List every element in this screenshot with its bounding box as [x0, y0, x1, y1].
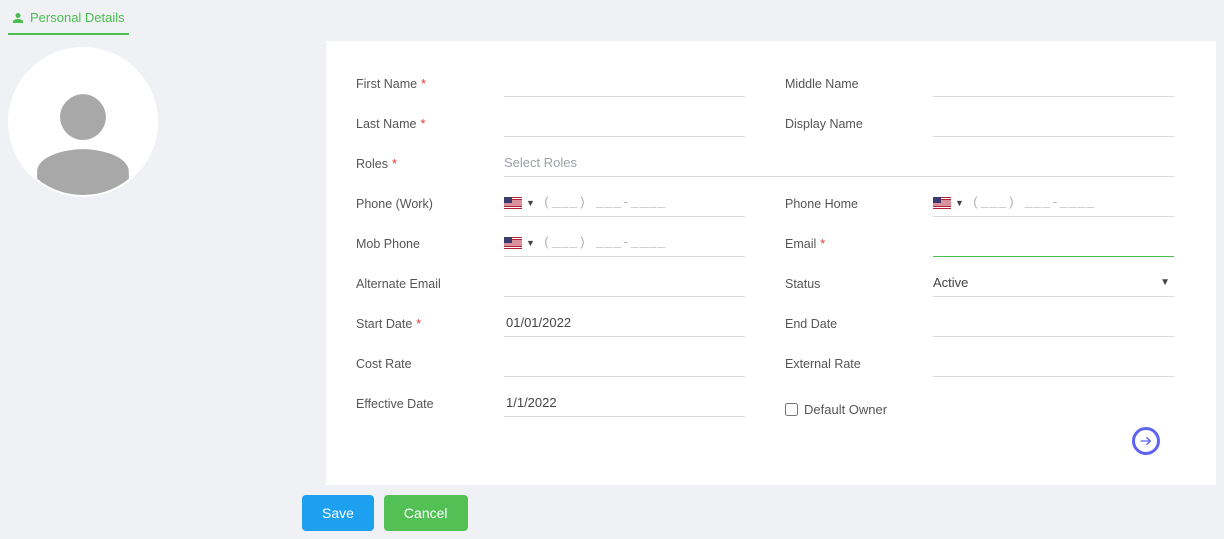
- default-owner-label: Default Owner: [804, 402, 887, 417]
- middle-name-input[interactable]: [933, 69, 1174, 97]
- chevron-down-icon[interactable]: ▼: [526, 238, 535, 248]
- person-solid-icon: [12, 12, 24, 24]
- display-name-input[interactable]: [933, 109, 1174, 137]
- external-rate-input[interactable]: [933, 349, 1174, 377]
- phone-work-mask: (___) ___-____: [543, 195, 666, 210]
- middle-name-label: Middle Name: [785, 77, 933, 97]
- phone-home-input[interactable]: ▼ (___) ___-____: [933, 189, 1174, 217]
- chevron-down-icon[interactable]: ▼: [526, 198, 535, 208]
- effective-date-label: Effective Date: [356, 397, 504, 417]
- last-name-input[interactable]: [504, 109, 745, 137]
- save-button[interactable]: Save: [302, 495, 374, 531]
- roles-label: Roles*: [356, 157, 504, 177]
- phone-work-input[interactable]: ▼ (___) ___-____: [504, 189, 745, 217]
- alternate-email-input[interactable]: [504, 269, 745, 297]
- tab-label: Personal Details: [30, 10, 125, 25]
- next-step-button[interactable]: [1132, 427, 1160, 455]
- us-flag-icon: [504, 237, 522, 249]
- us-flag-icon: [933, 197, 951, 209]
- avatar-placeholder[interactable]: [8, 47, 158, 197]
- cost-rate-input[interactable]: [504, 349, 745, 377]
- mob-phone-input[interactable]: ▼ (___) ___-____: [504, 229, 745, 257]
- person-silhouette-icon: [28, 85, 138, 195]
- alt-email-label: Alternate Email: [356, 277, 504, 297]
- start-date-input[interactable]: [504, 309, 745, 337]
- default-owner-checkbox[interactable]: [785, 403, 798, 416]
- chevron-down-icon[interactable]: ▼: [955, 198, 964, 208]
- tab-personal-details[interactable]: Personal Details: [8, 4, 129, 35]
- email-input[interactable]: [933, 229, 1174, 257]
- chevron-down-icon: ▼: [1160, 277, 1170, 288]
- end-date-label: End Date: [785, 317, 933, 337]
- email-label: Email*: [785, 237, 933, 257]
- start-date-label: Start Date*: [356, 317, 504, 337]
- last-name-label: Last Name*: [356, 117, 504, 137]
- roles-placeholder: Select Roles: [504, 155, 577, 170]
- external-rate-label: External Rate: [785, 357, 933, 377]
- phone-work-label: Phone (Work): [356, 197, 504, 217]
- status-value: Active: [933, 275, 968, 290]
- status-label: Status: [785, 277, 933, 297]
- display-name-label: Display Name: [785, 117, 933, 137]
- cost-rate-label: Cost Rate: [356, 357, 504, 377]
- arrow-right-circle-icon: [1138, 433, 1154, 449]
- phone-home-mask: (___) ___-____: [972, 195, 1095, 210]
- status-select[interactable]: Active ▼: [933, 269, 1174, 297]
- mob-phone-mask: (___) ___-____: [543, 235, 666, 250]
- personal-details-form: First Name* Middle Name Last Name* Displ: [326, 41, 1216, 485]
- cancel-button[interactable]: Cancel: [384, 495, 468, 531]
- effective-date-input[interactable]: [504, 389, 745, 417]
- mob-phone-label: Mob Phone: [356, 237, 504, 257]
- us-flag-icon: [504, 197, 522, 209]
- phone-home-label: Phone Home: [785, 197, 933, 217]
- first-name-label: First Name*: [356, 77, 504, 97]
- roles-select[interactable]: Select Roles: [504, 149, 1174, 177]
- end-date-input[interactable]: [933, 309, 1174, 337]
- first-name-input[interactable]: [504, 69, 745, 97]
